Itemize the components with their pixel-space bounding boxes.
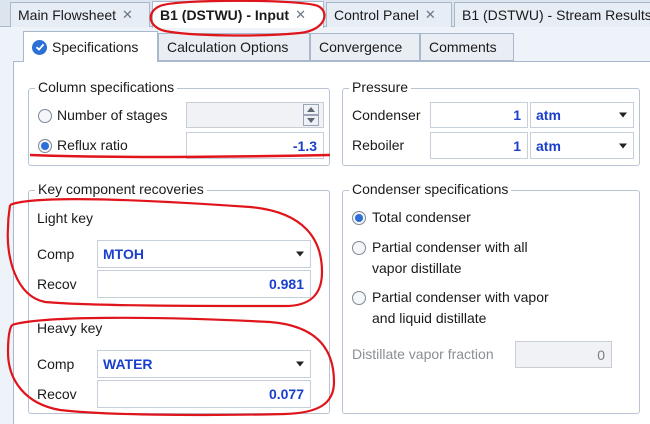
heavy-key-comp-select[interactable]: WATER bbox=[97, 350, 311, 378]
light-key-recov-field[interactable]: 0.981 bbox=[97, 270, 311, 298]
stages-spin-up-icon[interactable] bbox=[303, 104, 319, 115]
doc-tab-b1-stream-results[interactable]: B1 (DSTWU) - Stream Results bbox=[454, 2, 650, 27]
heavy-key-recov-field[interactable]: 0.077 bbox=[97, 380, 311, 408]
distillate-vapor-fraction-label: Distillate vapor fraction bbox=[352, 346, 494, 362]
doc-tab-label: Main Flowsheet bbox=[18, 7, 117, 23]
check-circle-icon bbox=[32, 39, 47, 55]
partial-condenser-vapor-label-line1: Partial condenser with all bbox=[372, 239, 528, 255]
doc-tab-label: Control Panel bbox=[334, 7, 419, 23]
chevron-down-icon bbox=[296, 361, 304, 367]
tab-comments[interactable]: Comments bbox=[420, 33, 514, 61]
tab-specifications[interactable]: Specifications bbox=[23, 31, 158, 62]
number-of-stages-label: Number of stages bbox=[57, 107, 168, 123]
partial-condenser-vapor-liquid-label-line1: Partial condenser with vapor bbox=[372, 289, 549, 305]
tab-label: Specifications bbox=[52, 39, 139, 55]
condenser-specifications-title: Condenser specifications bbox=[349, 181, 512, 197]
tab-calculation-options[interactable]: Calculation Options bbox=[158, 33, 310, 61]
tab-label: Calculation Options bbox=[167, 39, 289, 55]
chevron-down-icon bbox=[296, 251, 304, 257]
tab-label: Convergence bbox=[319, 39, 403, 55]
reflux-ratio-radio[interactable] bbox=[38, 139, 52, 153]
partial-condenser-vapor-label-line2: vapor distillate bbox=[372, 260, 462, 276]
document-tab-bar: Main Flowsheet ✕ B1 (DSTWU) - Input ✕ Co… bbox=[0, 0, 650, 28]
light-key-comp-label: Comp bbox=[37, 246, 75, 262]
reflux-ratio-field[interactable]: -1.3 bbox=[186, 132, 324, 159]
partial-condenser-vapor-radio[interactable] bbox=[352, 241, 366, 255]
close-icon[interactable]: ✕ bbox=[295, 7, 306, 23]
doc-tab-main-flowsheet[interactable]: Main Flowsheet ✕ bbox=[10, 2, 150, 27]
total-condenser-radio[interactable] bbox=[352, 211, 366, 225]
heavy-key-comp-label: Comp bbox=[37, 356, 75, 372]
distillate-vapor-fraction-field[interactable]: 0 bbox=[515, 341, 612, 368]
close-icon[interactable]: ✕ bbox=[122, 7, 133, 23]
chevron-down-icon bbox=[619, 112, 627, 118]
close-icon[interactable]: ✕ bbox=[425, 7, 436, 23]
pressure-title: Pressure bbox=[349, 79, 412, 95]
light-key-title: Light key bbox=[37, 210, 94, 226]
tab-label: Comments bbox=[429, 39, 497, 55]
tab-convergence[interactable]: Convergence bbox=[310, 33, 420, 61]
number-of-stages-radio[interactable] bbox=[38, 109, 52, 123]
key-component-recoveries-title: Key component recoveries bbox=[35, 181, 207, 197]
reboiler-pressure-unit-select[interactable]: atm bbox=[530, 132, 634, 159]
condenser-pressure-label: Condenser bbox=[352, 107, 421, 123]
partial-condenser-vapor-liquid-label-line2: and liquid distillate bbox=[372, 310, 487, 326]
partial-condenser-vapor-liquid-radio[interactable] bbox=[352, 291, 366, 305]
light-key-comp-select[interactable]: MTOH bbox=[97, 240, 311, 268]
light-key-recov-label: Recov bbox=[37, 276, 77, 292]
condenser-pressure-unit-select[interactable]: atm bbox=[530, 102, 634, 128]
reflux-ratio-label: Reflux ratio bbox=[57, 137, 128, 153]
heavy-key-title: Heavy key bbox=[37, 320, 103, 336]
doc-tab-b1-input[interactable]: B1 (DSTWU) - Input ✕ bbox=[152, 1, 324, 28]
chevron-down-icon bbox=[619, 143, 627, 148]
doc-tab-label: B1 (DSTWU) - Input bbox=[160, 7, 290, 23]
heavy-key-recov-label: Recov bbox=[37, 386, 77, 402]
doc-tab-control-panel[interactable]: Control Panel ✕ bbox=[326, 2, 452, 27]
condenser-pressure-field[interactable]: 1 bbox=[430, 102, 528, 128]
total-condenser-label: Total condenser bbox=[372, 209, 471, 225]
column-specifications-title: Column specifications bbox=[35, 79, 178, 95]
reboiler-pressure-label: Reboiler bbox=[352, 137, 405, 153]
doc-tab-label: B1 (DSTWU) - Stream Results bbox=[462, 7, 650, 23]
reboiler-pressure-field[interactable]: 1 bbox=[430, 132, 528, 159]
stages-spin-down-icon[interactable] bbox=[303, 115, 319, 126]
